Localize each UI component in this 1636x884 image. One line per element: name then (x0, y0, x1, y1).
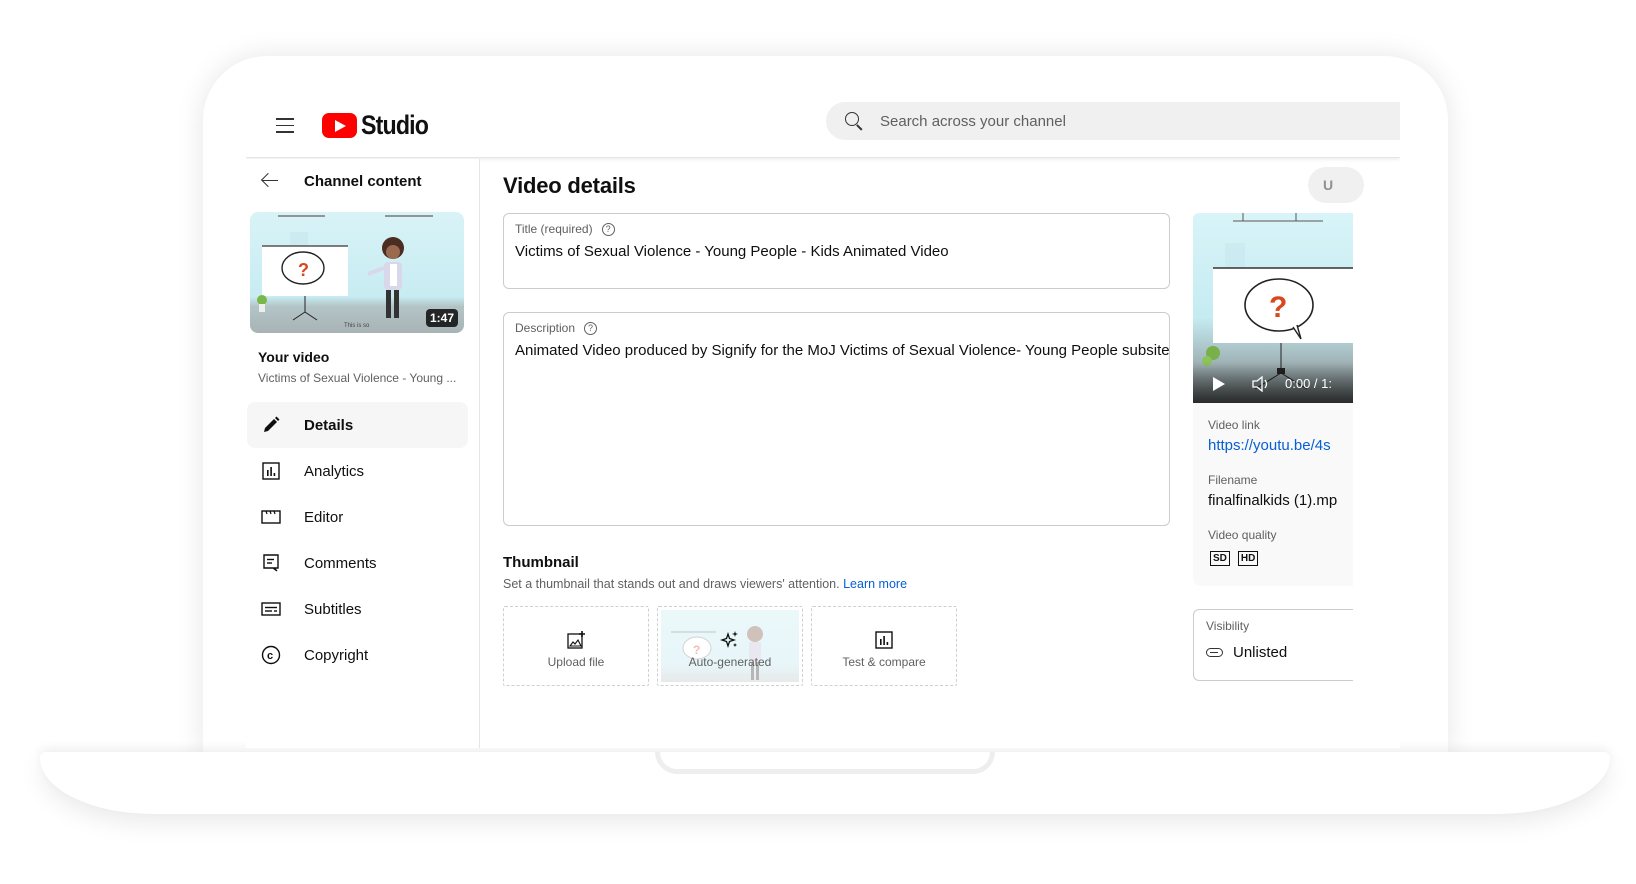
title-label-text: Title (required) (515, 222, 593, 236)
filename-label: Filename (1208, 473, 1258, 487)
search-icon[interactable] (844, 111, 864, 131)
video-duration: 1:47 (425, 309, 458, 327)
sidebar-item-copyright[interactable]: c Copyright (247, 632, 468, 678)
arrow-back-icon[interactable] (260, 171, 280, 191)
sidebar-item-analytics[interactable]: Analytics (247, 448, 468, 494)
video-info-card: Video link https://youtu.be/4s Filename … (1193, 403, 1353, 586)
link-icon (1206, 648, 1223, 657)
sidebar-item-label: Details (304, 416, 354, 434)
hd-badge-icon: HD (1237, 551, 1259, 566)
back-label: Channel content (304, 172, 422, 190)
player-time: 0:00 / 1: (1285, 376, 1332, 391)
option-label: Auto-generated (688, 655, 772, 669)
sidebar-video-thumbnail[interactable]: ? This is so 1:47 (250, 212, 464, 333)
studio-logo[interactable]: Studio (322, 110, 439, 141)
comments-icon (259, 551, 283, 575)
title-input[interactable]: Victims of Sexual Violence - Young Peopl… (515, 243, 949, 260)
sidebar-nav: Details Analytics Editor Comments Subtit… (246, 402, 468, 678)
thumbnail-subtitle-text: Set a thumbnail that stands out and draw… (503, 577, 840, 591)
visibility-value: Unlisted (1206, 644, 1287, 661)
page-title: Video details (503, 173, 636, 198)
sidebar-item-label: Comments (304, 554, 377, 572)
visibility-value-text: Unlisted (1233, 644, 1288, 661)
visibility-label: Visibility (1206, 619, 1250, 633)
sidebar-item-label: Editor (304, 508, 344, 526)
laptop-notch (655, 752, 995, 774)
sd-badge-icon: SD (1210, 551, 1230, 566)
subtitles-icon (259, 597, 283, 621)
sidebar-item-subtitles[interactable]: Subtitles (247, 586, 468, 632)
play-icon[interactable] (1213, 377, 1225, 391)
your-video-heading: Your video (258, 349, 330, 365)
thumbnail-subtitle: Set a thumbnail that stands out and draw… (503, 577, 907, 591)
description-textarea[interactable]: Animated Video produced by Signify for t… (515, 342, 1170, 359)
editor-clapper-icon (259, 505, 283, 529)
studio-screen: Studio Channel content ? (246, 96, 1400, 748)
youtube-play-logo-icon (322, 113, 357, 138)
upload-file-option[interactable]: Upload file (503, 606, 649, 686)
copyright-icon: c (259, 643, 283, 667)
video-link-label: Video link (1208, 418, 1260, 432)
sidebar-item-details[interactable]: Details (247, 402, 468, 448)
analytics-icon (259, 459, 283, 483)
sidebar-item-comments[interactable]: Comments (247, 540, 468, 586)
description-field-label: Description ? (515, 321, 598, 335)
analytics-icon (875, 629, 893, 651)
visibility-selector[interactable]: Visibility Unlisted (1193, 609, 1353, 681)
description-label-text: Description (515, 321, 576, 335)
undo-button[interactable]: U (1308, 167, 1364, 203)
svg-text:This is so: This is so (344, 323, 370, 329)
svg-text:?: ? (1269, 291, 1287, 324)
add-image-icon (566, 629, 586, 651)
volume-icon[interactable] (1251, 375, 1271, 393)
option-label: Upload file (547, 655, 605, 669)
back-to-channel-content[interactable]: Channel content (260, 171, 422, 191)
thumbnail-options: Upload file ? Auto-generated Test & comp… (503, 606, 957, 686)
video-link[interactable]: https://youtu.be/4s (1208, 437, 1331, 454)
help-icon[interactable]: ? (601, 222, 615, 236)
search-input[interactable] (880, 112, 1400, 130)
sidebar-item-label: Subtitles (304, 600, 362, 618)
thumbnail-heading: Thumbnail (503, 554, 579, 571)
sparkle-icon (720, 629, 740, 651)
quality-badges: SD HD (1210, 551, 1259, 566)
title-field-label: Title (required) ? (515, 222, 615, 236)
video-quality-label: Video quality (1208, 528, 1277, 542)
top-bar: Studio (246, 96, 1400, 158)
sidebar: Channel content ? This is so 1:47 Your v… (246, 159, 480, 748)
logo-text: Studio (361, 110, 429, 140)
player-controls: 0:00 / 1: (1193, 361, 1353, 403)
filename-value: finalfinalkids (1).mp (1208, 492, 1338, 509)
description-field[interactable]: Description ? Animated Video produced by… (503, 312, 1170, 526)
your-video-title: Victims of Sexual Violence - Young ... (258, 371, 457, 385)
test-and-compare-option[interactable]: Test & compare (811, 606, 957, 686)
sidebar-item-editor[interactable]: Editor (247, 494, 468, 540)
option-label: Test & compare (842, 655, 926, 669)
pencil-icon (259, 413, 283, 437)
search-bar[interactable] (826, 102, 1400, 140)
auto-generated-option[interactable]: ? Auto-generated (657, 606, 803, 686)
help-icon[interactable]: ? (584, 321, 598, 335)
learn-more-link[interactable]: Learn more (843, 577, 907, 591)
svg-text:?: ? (298, 260, 309, 280)
sidebar-item-label: Copyright (304, 646, 369, 664)
video-preview-player[interactable]: ? 0:00 / 1: (1193, 213, 1353, 403)
hamburger-menu-icon[interactable] (276, 118, 294, 133)
sidebar-item-label: Analytics (304, 462, 365, 480)
title-field[interactable]: Title (required) ? Victims of Sexual Vio… (503, 213, 1170, 289)
svg-text:c: c (267, 650, 273, 662)
main-content: Video details U Title (required) ? Victi… (481, 159, 1400, 748)
